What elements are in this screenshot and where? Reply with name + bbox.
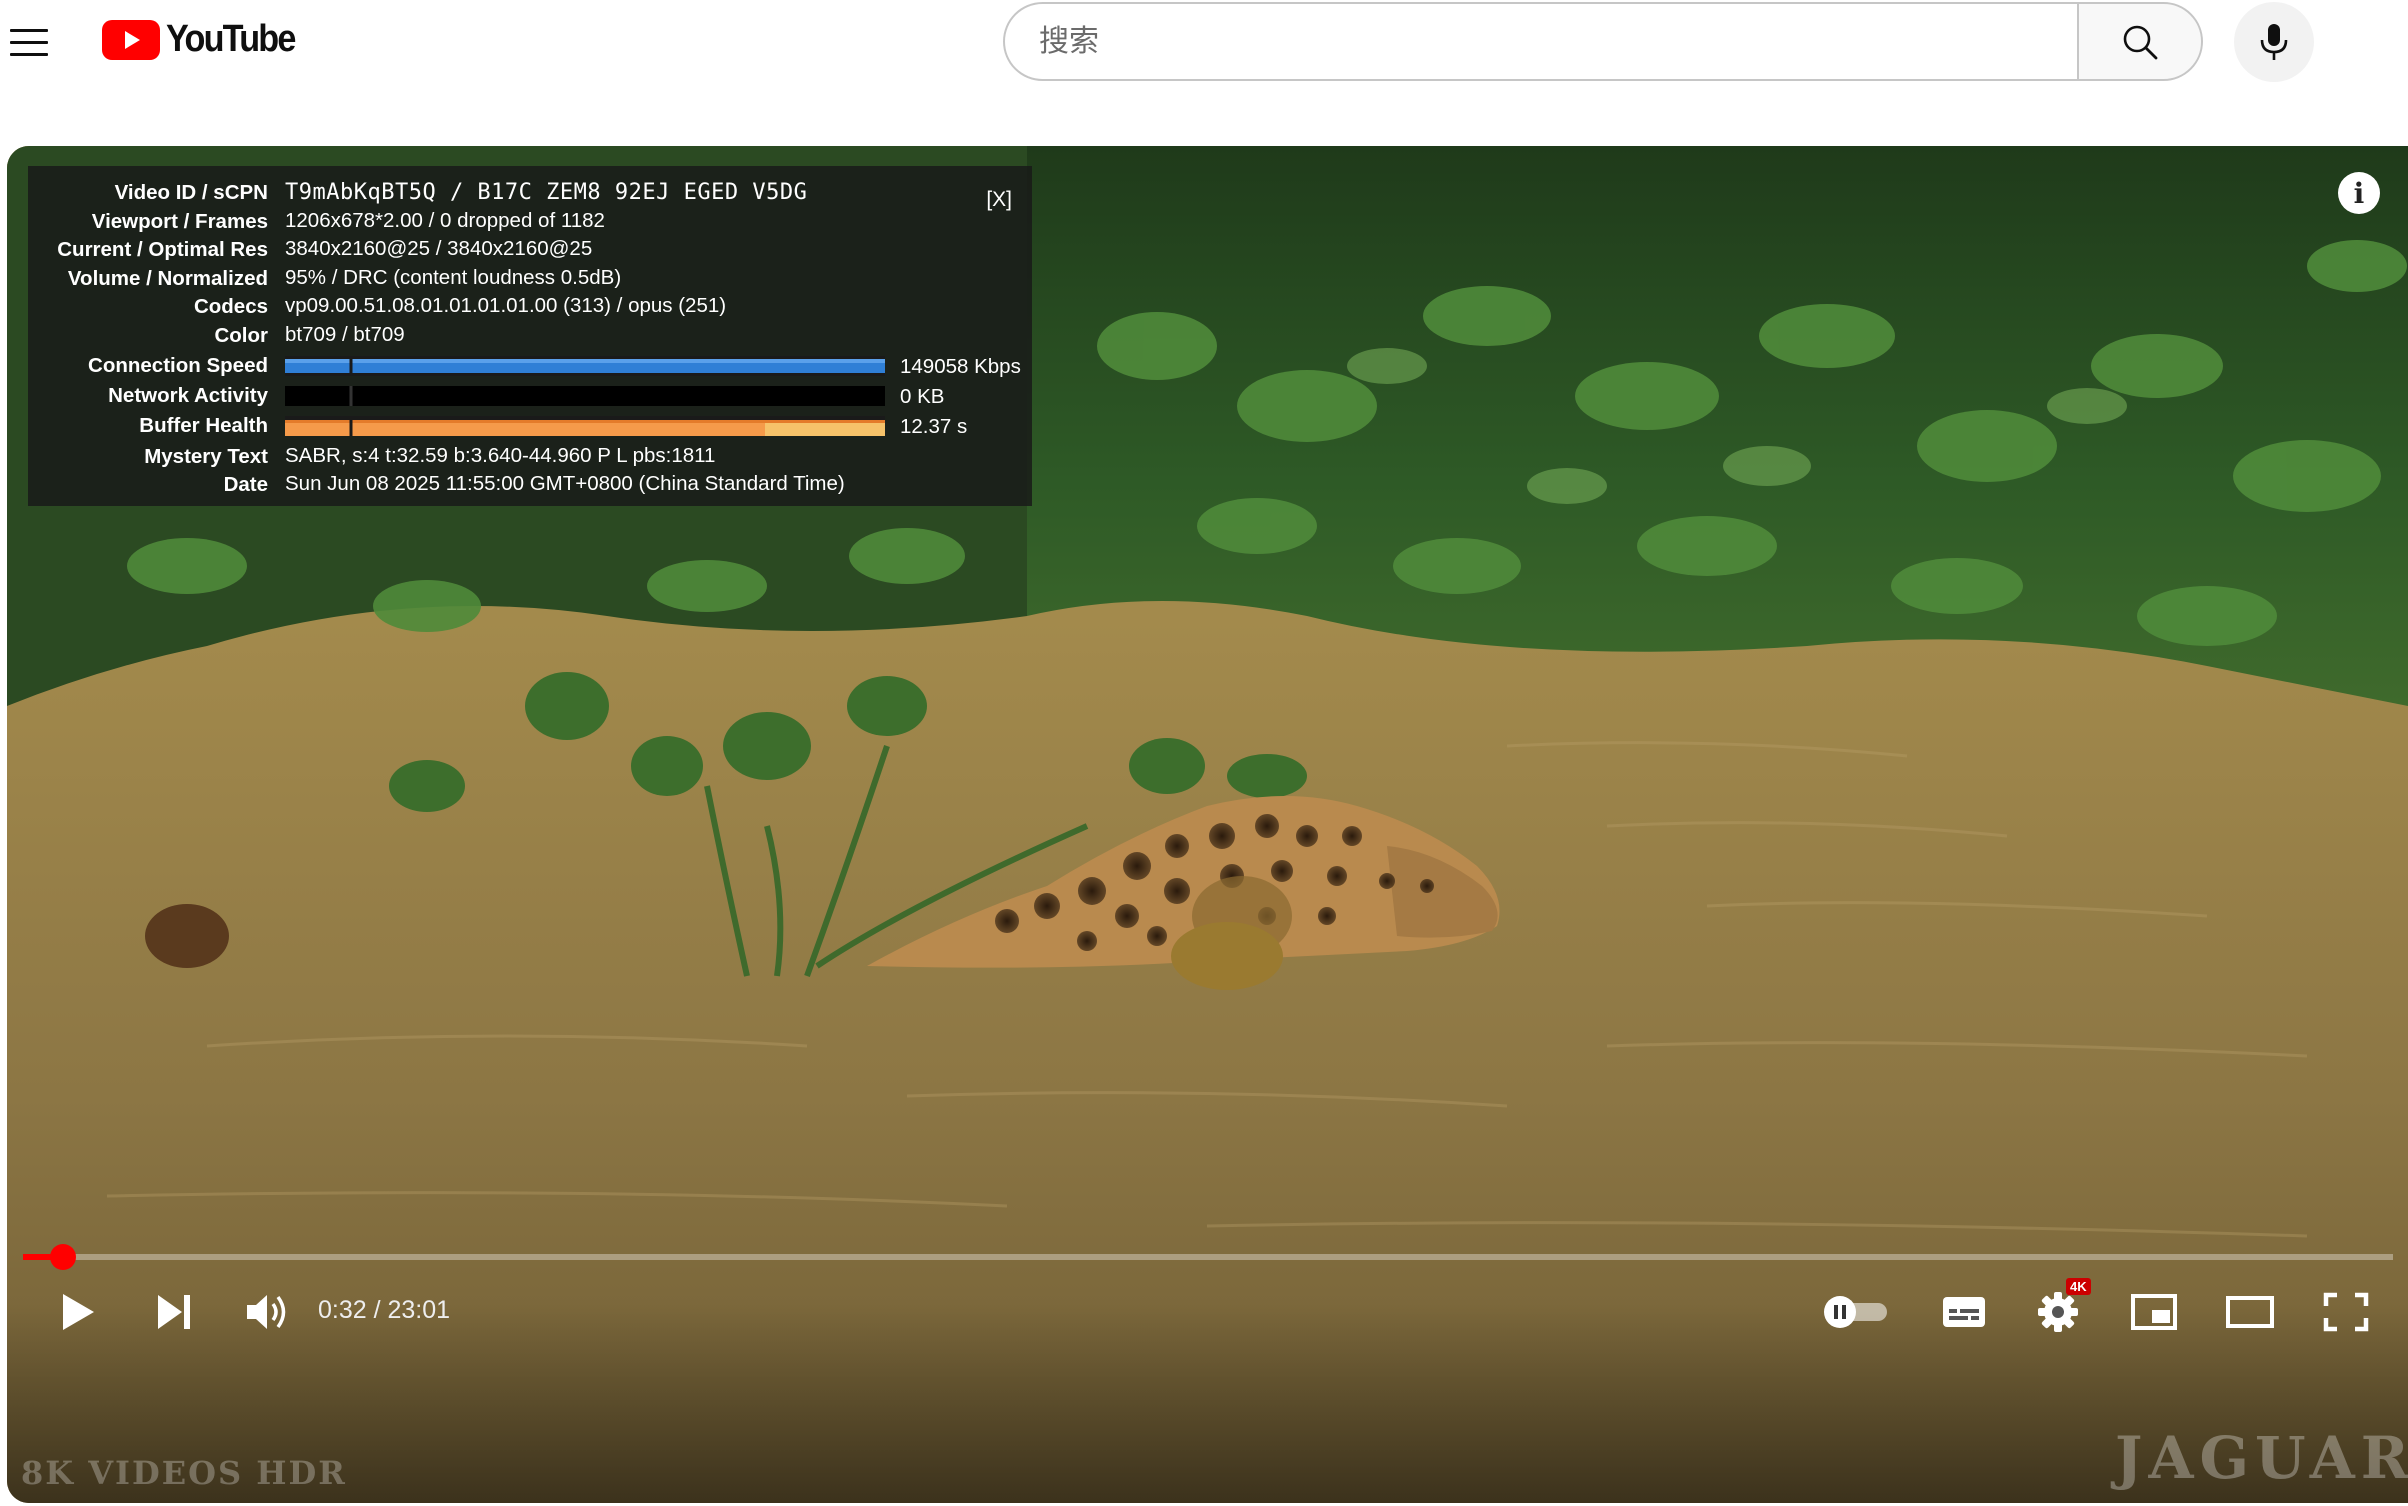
volume-icon [247,1295,286,1329]
youtube-page: YouTube 搜索 [X] Video ID / sCPN T9mAbKqBT… [0,0,2408,1506]
watermark-left: 8K VIDEOS HDR [21,1454,347,1492]
voice-search-button[interactable] [2234,2,2314,82]
stat-label: Network Activity [108,384,268,407]
stat-label: Volume / Normalized [67,267,268,290]
stat-label: Date [223,473,268,496]
stats-for-nerds-panel: [X] Video ID / sCPN T9mAbKqBT5Q / B17C Z… [28,166,1032,506]
settings-icon [2038,1292,2078,1332]
connection-speed-value: 149058 Kbps [900,355,1021,378]
stat-value: 95% / DRC (content loudness 0.5dB) [285,266,622,289]
stat-label: Connection Speed [88,354,268,377]
stat-value: 3840x2160@25 / 3840x2160@25 [285,237,593,260]
stat-label: Buffer Health [139,414,268,437]
autoplay-toggle[interactable] [1820,1283,1892,1341]
fullscreen-icon [2323,1292,2369,1332]
buffer-health-graph [285,416,885,436]
stat-row-codecs: Codecs vp09.00.51.08.01.01.01.01.00 (313… [28,292,726,320]
youtube-logo[interactable]: YouTube [102,18,309,61]
stat-label: Current / Optimal Res [57,238,268,261]
fullscreen-button[interactable] [2318,1283,2374,1341]
stat-value: 1206x678*2.00 / 0 dropped of 1182 [285,209,605,232]
mute-button[interactable] [240,1283,296,1341]
search-icon [2123,25,2158,59]
stat-value: bt709 / bt709 [285,323,405,346]
stat-label: Codecs [193,295,268,318]
theater-mode-button[interactable] [2222,1283,2278,1341]
mic-icon [2260,24,2288,60]
stat-row-connection-speed: Connection Speed [28,351,268,379]
stat-label: Viewport / Frames [91,210,268,233]
network-activity-value: 0 KB [900,385,945,408]
stat-row-color: Color bt709 / bt709 [28,321,405,349]
stat-row-resolution: Current / Optimal Res 3840x2160@25 / 384… [28,235,592,263]
subtitles-icon [1943,1297,1985,1327]
stat-row-date: Date Sun Jun 08 2025 11:55:00 GMT+0800 (… [28,470,845,498]
progress-scrubber-handle[interactable] [49,1244,76,1270]
theater-mode-icon [2226,1296,2274,1328]
next-icon [158,1295,190,1329]
stat-row-video-id: Video ID / sCPN T9mAbKqBT5Q / B17C ZEM8 … [28,178,807,206]
masthead: YouTube [0,0,2408,84]
stat-label: Video ID / sCPN [114,181,268,204]
connection-speed-graph [285,356,885,376]
info-icon[interactable]: i [2338,172,2380,214]
play-button[interactable] [52,1283,104,1341]
search-input[interactable] [1039,24,2077,59]
network-activity-graph [285,386,885,406]
stat-row-viewport: Viewport / Frames 1206x678*2.00 / 0 drop… [28,207,605,235]
quality-badge: 4K [2066,1278,2091,1295]
stat-row-mystery-text: Mystery Text SABR, s:4 t:32.59 b:3.640-4… [28,442,715,470]
stat-label: Mystery Text [144,445,268,468]
stat-row-network-activity: Network Activity [28,381,268,409]
search-box[interactable] [1003,2,2077,81]
time-display: 0:32 / 23:01 [318,1296,451,1324]
progress-bar[interactable] [23,1244,2393,1270]
youtube-logo-icon [102,19,160,60]
stat-value: Sun Jun 08 2025 11:55:00 GMT+0800 (China… [285,472,845,495]
miniplayer-icon [2131,1294,2177,1330]
stats-close-button[interactable]: [X] [986,188,1012,212]
next-button[interactable] [148,1283,200,1341]
stat-value: vp09.00.51.08.01.01.01.01.00 (313) / opu… [285,294,727,317]
watermark-right: JAGUAR [2115,1424,2408,1492]
play-icon [63,1294,94,1330]
subtitles-button[interactable] [1936,1283,1992,1341]
buffer-health-value: 12.37 s [900,415,968,438]
stat-row-buffer-health: Buffer Health [28,411,268,439]
menu-icon[interactable] [8,20,52,64]
search-button[interactable] [2077,2,2203,81]
stat-value: T9mAbKqBT5Q / B17C ZEM8 92EJ EGED V5DG [285,179,808,205]
logo-text: YouTube [166,18,296,60]
stat-row-volume: Volume / Normalized 95% / DRC (content l… [28,264,621,292]
autoplay-toggle-icon [1824,1296,1887,1328]
miniplayer-button[interactable] [2126,1283,2182,1341]
stat-value: SABR, s:4 t:32.59 b:3.640-44.960 P L pbs… [285,444,716,467]
stat-label: Color [214,324,268,347]
